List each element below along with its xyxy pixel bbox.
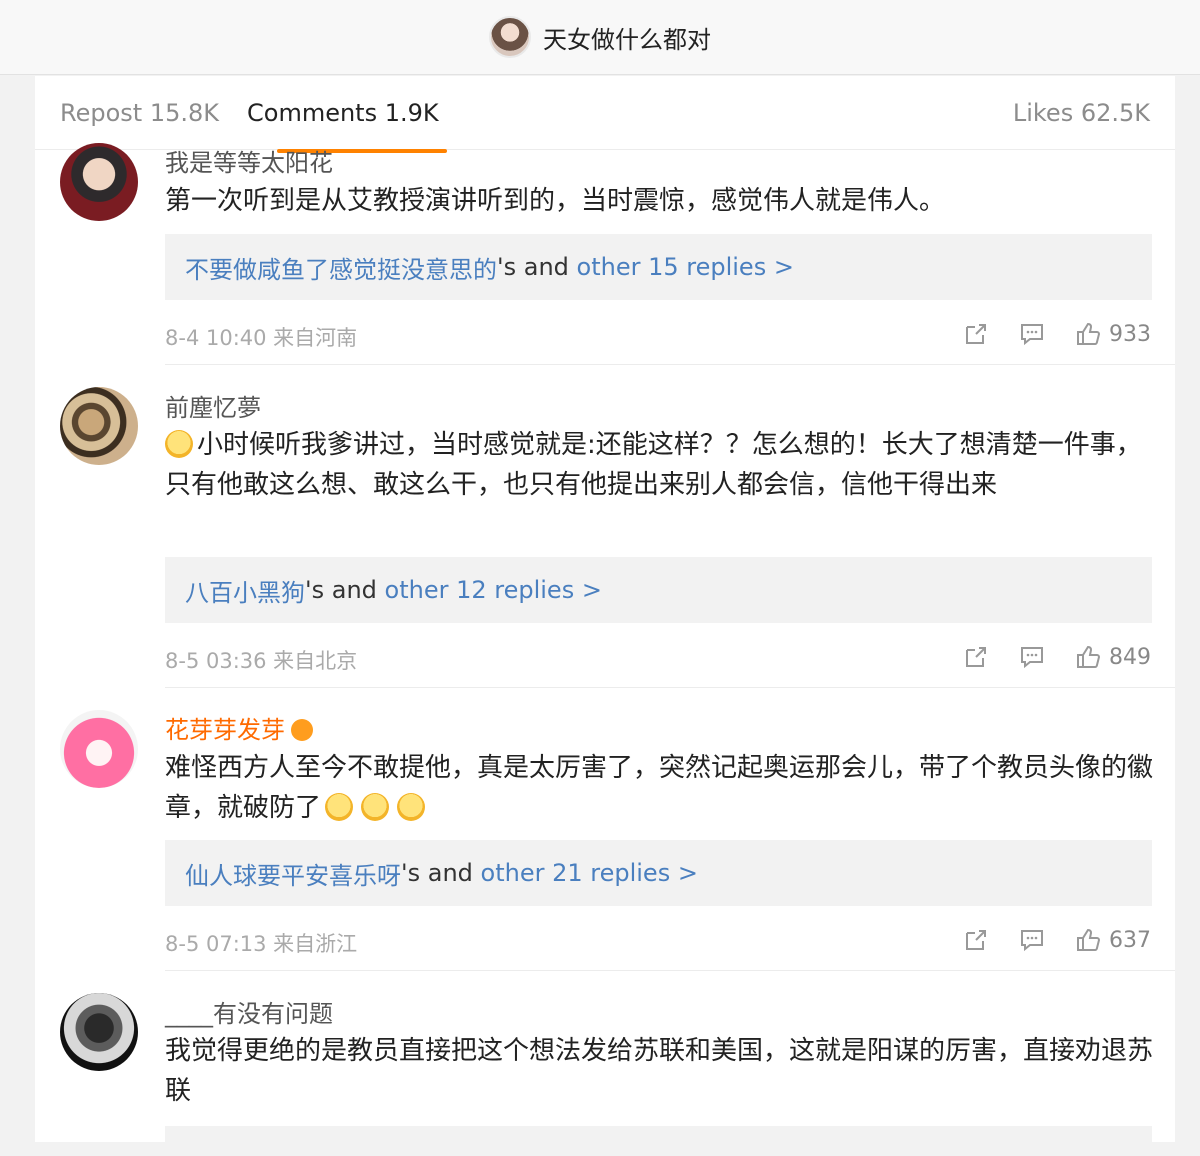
reply-connector: 's and [401,859,481,887]
comment-meta: 8-4 10:40 来自河南 [165,326,358,350]
like-count: 637 [1109,927,1151,953]
vip-badge-icon [291,719,313,741]
comment-text: 小时候听我爹讲过，当时感觉就是:还能这样？？怎么想的！长大了想清楚一件事，只有他… [165,430,1142,500]
tab-likes[interactable]: Likes 62.5K [1013,99,1150,127]
reply-more-link[interactable]: other 12 replies > [385,576,602,604]
comment-username[interactable]: ____有没有问题 [165,994,333,1029]
share-icon[interactable] [963,644,989,670]
comment-icon[interactable] [1019,644,1045,670]
reply-connector: 's and [497,253,577,281]
comment-text-wrap: 小时候听我爹讲过，当时感觉就是:还能这样？？怎么想的！长大了想清楚一件事，只有他… [165,425,1155,505]
tab-comments[interactable]: Comments 1.9K [247,99,447,153]
share-icon[interactable] [963,321,989,347]
reply-more-link[interactable]: other 15 replies > [577,253,794,281]
comment-actions: 637 [933,927,1151,953]
avatar[interactable] [60,143,138,221]
like-icon[interactable] [1075,321,1101,347]
emoji-smile [361,793,390,821]
like-count: 933 [1109,321,1151,347]
comment-icon[interactable] [1019,927,1045,953]
comments-card: Repost 15.8K Comments 1.9K Likes 62.5K 我… [35,76,1175,1142]
divider [165,687,1175,688]
reply-preview[interactable]: 八百小黑狗 's and other 12 replies > [165,557,1152,623]
reply-user[interactable]: 仙人球要平安喜乐呀 [185,856,401,891]
comment-meta: 8-5 03:36 来自北京 [165,649,358,673]
comment-icon[interactable] [1019,321,1045,347]
author-avatar[interactable] [489,16,531,58]
reply-more-link[interactable]: other 21 replies > [481,859,698,887]
reply-user[interactable]: 不要做咸鱼了感觉挺没意思的 [185,250,497,285]
comment-actions: 933 [933,321,1151,347]
tab-bar: Repost 15.8K Comments 1.9K Likes 62.5K [35,76,1175,153]
tab-repost[interactable]: Repost 15.8K [60,99,219,127]
divider [165,364,1175,365]
emoji-smile [325,793,354,821]
comment-username[interactable]: 我是等等太阳花 [165,143,333,178]
comment-username[interactable]: 前塵忆夢 [165,388,261,423]
comment-username-wrap: 花芽芽发芽 [165,710,313,745]
avatar[interactable] [60,993,138,1071]
like-count: 849 [1109,644,1151,670]
comment-meta: 8-5 07:13 来自浙江 [165,932,358,956]
share-icon[interactable] [963,927,989,953]
comment-text: 我觉得更绝的是教员直接把这个想法发给苏联和美国，这就是阳谋的厉害，直接劝退苏联 [165,1036,1154,1106]
emoji-smile [397,793,426,821]
reply-preview[interactable] [165,1126,1152,1142]
avatar[interactable] [60,387,138,465]
page-bottom [35,1142,1175,1156]
like-icon[interactable] [1075,644,1101,670]
reply-user[interactable]: 八百小黑狗 [185,573,305,608]
avatar[interactable] [60,710,138,788]
comment-text-wrap: 难怪西方人至今不敢提他，真是太厉害了，突然记起奥运那会儿，带了个教员头像的徽章，… [165,748,1155,828]
comment-text: 难怪西方人至今不敢提他，真是太厉害了，突然记起奥运那会儿，带了个教员头像的徽章，… [165,753,1154,823]
top-bar: 天女做什么都对 [0,0,1200,75]
comment-actions: 849 [933,644,1151,670]
page-title: 天女做什么都对 [543,25,711,54]
comment-text: 第一次听到是从艾教授演讲听到的，当时震惊，感觉伟人就是伟人。 [165,186,946,216]
divider [165,970,1175,971]
emoji-doge [165,430,193,458]
like-icon[interactable] [1075,927,1101,953]
reply-preview[interactable]: 不要做咸鱼了感觉挺没意思的 's and other 15 replies > [165,234,1152,300]
reply-connector: 's and [305,576,385,604]
reply-preview[interactable]: 仙人球要平安喜乐呀 's and other 21 replies > [165,840,1152,906]
comment-username[interactable]: 花芽芽发芽 [165,716,285,744]
